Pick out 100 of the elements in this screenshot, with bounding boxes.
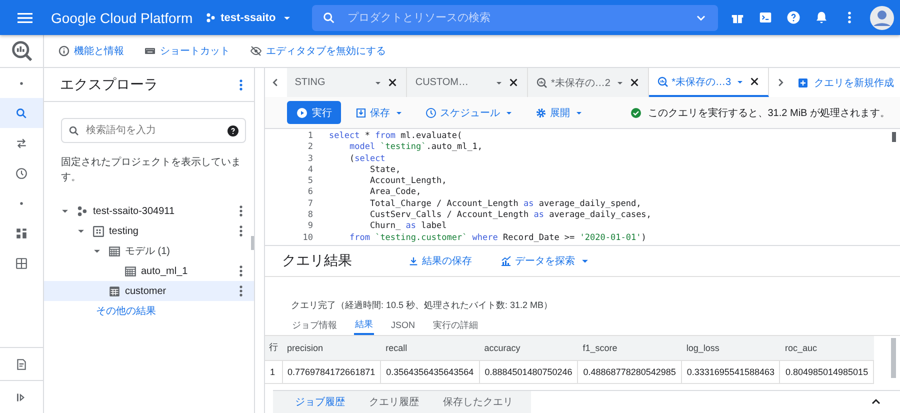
explore-data-link[interactable]: データを探索	[500, 254, 592, 268]
column-header: f1_score	[578, 336, 682, 360]
table-cell: 0.3564356435643564	[380, 360, 480, 383]
model-icon	[124, 264, 137, 278]
close-icon[interactable]	[508, 77, 519, 88]
table-cell: 0.8884501480750246	[479, 360, 578, 383]
tree-item[interactable]: モデル (1)	[44, 241, 254, 261]
chart-icon	[500, 255, 512, 267]
table-icon	[15, 256, 28, 270]
line-number: 1	[306, 131, 313, 142]
info-text: 固定されたプロジェクトを表示しています。	[60, 156, 242, 185]
toolbar-link[interactable]: エディタタブを無効にする	[250, 44, 386, 58]
dataset-icon	[92, 224, 105, 238]
avatar-icon[interactable]	[870, 6, 894, 30]
grid-icon	[15, 226, 28, 240]
table-icon	[108, 284, 121, 298]
toolbar-link[interactable]: ショートカット	[144, 44, 230, 58]
code-editor[interactable]	[265, 129, 900, 246]
query-icon	[656, 76, 669, 88]
clock-icon	[15, 166, 28, 180]
scrollbar[interactable]	[251, 236, 254, 250]
table-cell: 1	[265, 360, 282, 383]
line-number: 3	[306, 154, 313, 165]
tree-item[interactable]: customer	[44, 281, 254, 301]
document-icon[interactable]	[15, 358, 28, 370]
column-header: recall	[380, 336, 480, 360]
line-number: 9	[306, 221, 313, 233]
column-header: roc_auc	[780, 336, 874, 360]
close-icon[interactable]	[628, 77, 640, 88]
close-icon[interactable]	[387, 77, 398, 88]
results-tab[interactable]: JSON	[390, 315, 416, 335]
query-icon	[536, 76, 548, 88]
search-input[interactable]: プロダクトとリソースの検索	[346, 10, 684, 24]
check-circle-icon	[630, 106, 642, 118]
project-icon	[76, 204, 89, 218]
notification-icon[interactable]	[814, 10, 829, 25]
history-tab[interactable]: クエリ履歴	[357, 391, 431, 413]
schedule-button[interactable]: スケジュール	[419, 106, 521, 120]
scrollbar[interactable]	[891, 338, 896, 378]
tree-item[interactable]: testing	[44, 221, 254, 241]
table-cell: 0.3331695541588463	[681, 360, 780, 383]
save-results-link[interactable]: 結果の保存	[408, 254, 472, 268]
line-number: 5	[306, 176, 313, 188]
code-line: Account_Length,	[368, 176, 448, 188]
column-header: log_loss	[681, 336, 780, 360]
info-icon	[58, 45, 70, 57]
terminal-icon[interactable]	[758, 10, 773, 25]
line-number: 10	[302, 232, 313, 244]
more-results-link[interactable]: その他の結果	[44, 301, 254, 318]
run-button[interactable]: 実行	[287, 101, 341, 124]
line-number: 7	[306, 198, 313, 210]
close-icon[interactable]	[749, 76, 760, 87]
column-header: precision	[282, 336, 381, 360]
play-icon	[296, 106, 308, 118]
search-icon	[322, 10, 336, 24]
column-header: 行	[265, 336, 282, 360]
editor-tab[interactable]: *未保存の…3	[648, 68, 770, 97]
results-tab[interactable]: 実行の詳細	[432, 315, 480, 335]
product-logo-text[interactable]: Google Cloud Platform	[51, 10, 193, 26]
table-cell: 0.48868778280542985	[578, 360, 682, 383]
history-tab[interactable]: ジョブ履歴	[283, 391, 357, 413]
line-number: 2	[306, 142, 313, 154]
search-bar[interactable]: プロダクトとリソースの検索	[312, 4, 718, 30]
eye-off-icon	[250, 45, 262, 57]
model-folder-icon	[108, 244, 121, 258]
section-title: クエリ結果	[282, 252, 352, 270]
search-bar[interactable]: 検索語句を入力	[61, 118, 246, 143]
add-box-icon	[797, 76, 809, 88]
code-line: model `testing`.auto_ml_1,	[348, 142, 484, 154]
table-cell: 0.7769784172661871	[282, 360, 381, 383]
scrollbar[interactable]	[892, 132, 896, 142]
download-icon	[408, 256, 419, 266]
code-line: select * from ml.evaluate(	[329, 131, 464, 142]
code-line: CustServ_Calls / Account_Length as average_daily_cases,	[368, 210, 652, 222]
new-query-link[interactable]: クエリを新規作成	[791, 68, 900, 97]
toolbar-link[interactable]: 機能と情報	[58, 44, 124, 58]
code-line: Total_Charge / Account_Length as average_daily_spend,	[368, 198, 642, 210]
gear-icon	[535, 106, 547, 118]
line-number: 4	[306, 164, 313, 176]
code-line: (select	[348, 154, 386, 165]
table-cell: 0.804985014985015	[780, 360, 874, 383]
status-text: クエリ完了（経過時間: 10.5 秒、処理されたバイト数: 31.2 MB）	[290, 299, 554, 312]
project-selector[interactable]: test-ssaito	[204, 10, 294, 24]
search-icon	[68, 124, 80, 136]
results-tab[interactable]: ジョブ情報	[291, 315, 338, 335]
code-line: State,	[368, 164, 402, 176]
search-icon	[15, 106, 28, 120]
deploy-button[interactable]: 展開	[529, 106, 591, 120]
tree-item[interactable]: test-ssaito-304911	[44, 201, 254, 221]
tree-item[interactable]: auto_ml_1	[44, 261, 254, 281]
rail-item[interactable]	[0, 98, 43, 128]
history-tab[interactable]: 保存したクエリ	[431, 391, 525, 413]
line-number: 6	[306, 187, 313, 199]
bigquery-logo-icon[interactable]	[10, 40, 32, 62]
code-line: Area_Code,	[368, 187, 422, 199]
dots-icon	[204, 12, 217, 24]
save-button[interactable]: 保存	[349, 106, 411, 120]
code-line: Churn_ as label	[368, 221, 448, 233]
save-icon	[355, 106, 367, 118]
help-icon[interactable]	[227, 124, 239, 136]
